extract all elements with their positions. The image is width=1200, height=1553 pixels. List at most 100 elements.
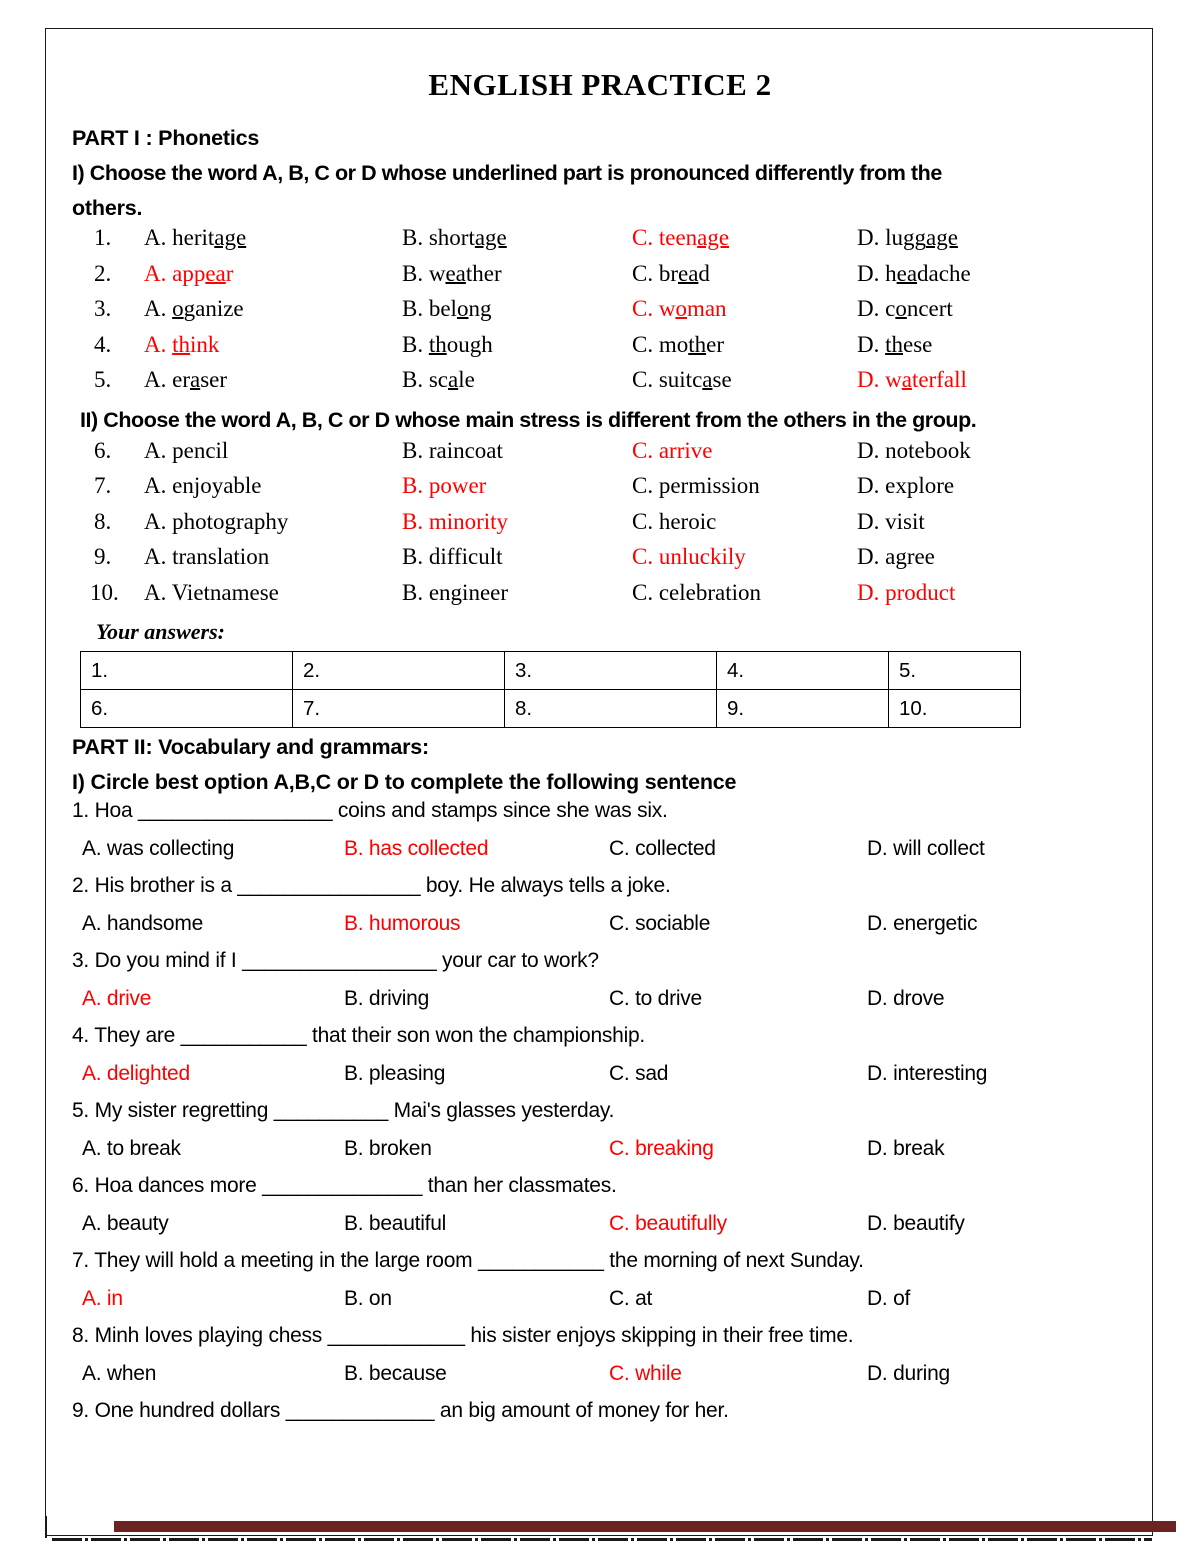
option-4[interactable]: D. these (857, 332, 932, 358)
option-2[interactable]: B. raincoat (402, 438, 503, 464)
option-row: A. in B. on C. at D. of (72, 1287, 1128, 1325)
option-2[interactable]: B. power (402, 473, 486, 499)
option-1[interactable]: A. pencil (144, 438, 228, 464)
answer-cell[interactable]: 6. (80, 689, 293, 729)
option-1[interactable]: A. eraser (144, 367, 227, 393)
answer-cell[interactable]: 1. (80, 651, 293, 691)
answer-cell[interactable]: 3. (504, 651, 717, 691)
option-1[interactable]: A. drive (82, 987, 151, 1011)
answer-cell[interactable]: 4. (716, 651, 889, 691)
option-4[interactable]: D. agree (857, 544, 935, 570)
option-4[interactable]: D. drove (867, 987, 945, 1011)
option-4[interactable]: D. waterfall (857, 367, 967, 393)
option-2[interactable]: B. on (344, 1287, 392, 1311)
option-1[interactable]: A. beauty (82, 1212, 169, 1236)
option-4[interactable]: D. interesting (867, 1062, 987, 1086)
answer-cell[interactable]: 2. (292, 651, 505, 691)
part-1-section-i-instruction-cont: others. (72, 195, 143, 220)
option-1[interactable]: A. enjoyable (144, 473, 262, 499)
phonetics-question-row: 4. A. think B. though C. mother D. these (72, 332, 1128, 368)
option-3[interactable]: C. celebration (632, 580, 761, 606)
option-3[interactable]: C. while (609, 1362, 682, 1386)
option-2[interactable]: B. because (344, 1362, 447, 1386)
option-2[interactable]: B. difficult (402, 544, 503, 570)
option-4[interactable]: D. of (867, 1287, 910, 1311)
option-3[interactable]: C. unluckily (632, 544, 746, 570)
option-2[interactable]: B. though (402, 332, 493, 358)
option-2[interactable]: B. scale (402, 367, 475, 393)
option-3[interactable]: C. suitcase (632, 367, 732, 393)
option-2[interactable]: B. beautiful (344, 1212, 446, 1236)
option-1[interactable]: A. heritage (144, 225, 246, 251)
option-2[interactable]: B. has collected (344, 837, 489, 861)
option-4[interactable]: D. concert (857, 296, 953, 322)
option-4[interactable]: D. break (867, 1137, 945, 1161)
table-row: 6. 7. 8. 9. 10. (80, 689, 1021, 729)
option-2[interactable]: B. broken (344, 1137, 432, 1161)
option-3[interactable]: C. sad (609, 1062, 668, 1086)
option-4[interactable]: D. product (857, 580, 955, 606)
option-2[interactable]: B. pleasing (344, 1062, 445, 1086)
option-2[interactable]: B. engineer (402, 580, 508, 606)
answer-cell[interactable]: 7. (292, 689, 505, 729)
option-3[interactable]: C. arrive (632, 438, 712, 464)
option-4[interactable]: D. luggage (857, 225, 958, 251)
option-1[interactable]: A. handsome (82, 912, 203, 936)
option-2[interactable]: B. weather (402, 261, 502, 287)
option-row: A. drive B. driving C. to drive D. drove (72, 987, 1128, 1025)
option-3[interactable]: C. at (609, 1287, 652, 1311)
option-4[interactable]: D. visit (857, 509, 925, 535)
bottom-left-tick (45, 1516, 47, 1538)
option-3[interactable]: C. collected (609, 837, 716, 861)
bottom-dashed-rule (52, 1538, 1152, 1541)
page-content: ENGLISH PRACTICE 2 PART I : Phonetics I)… (46, 29, 1154, 1537)
option-row: A. to break B. broken C. breaking D. break (72, 1137, 1128, 1175)
question-number: 8. (94, 508, 112, 534)
option-4[interactable]: D. will collect (867, 837, 985, 861)
option-2[interactable]: B. belong (402, 296, 491, 322)
option-1[interactable]: A. translation (144, 544, 269, 570)
option-1[interactable]: A. delighted (82, 1062, 190, 1086)
option-3[interactable]: C. bread (632, 261, 710, 287)
option-3[interactable]: C. teenage (632, 225, 729, 251)
answer-cell[interactable]: 9. (716, 689, 889, 729)
option-2[interactable]: B. shortage (402, 225, 507, 251)
option-3[interactable]: C. woman (632, 296, 727, 322)
underlined-part: a (702, 367, 713, 393)
option-4[interactable]: D. energetic (867, 912, 977, 936)
option-3[interactable]: C. heroic (632, 509, 716, 535)
phonetics-question-row: 2. A. appear B. weather C. bread D. headache (72, 261, 1128, 297)
option-1[interactable]: A. think (144, 332, 219, 358)
option-row: A. when B. because C. while D. during (72, 1362, 1128, 1400)
answer-cell[interactable]: 8. (504, 689, 717, 729)
option-1[interactable]: A. when (82, 1362, 156, 1386)
option-3[interactable]: C. to drive (609, 987, 702, 1011)
option-4[interactable]: D. notebook (857, 438, 971, 464)
answer-cell[interactable]: 5. (888, 651, 1021, 691)
option-1[interactable]: A. photography (144, 509, 288, 535)
option-1[interactable]: A. in (82, 1287, 123, 1311)
answer-cell[interactable]: 10. (888, 689, 1021, 729)
option-4[interactable]: D. during (867, 1362, 950, 1386)
option-1[interactable]: A. to break (82, 1137, 181, 1161)
option-4[interactable]: D. explore (857, 473, 954, 499)
option-2[interactable]: B. driving (344, 987, 429, 1011)
option-3[interactable]: C. breaking (609, 1137, 714, 1161)
option-3[interactable]: C. mother (632, 332, 724, 358)
question-number: 3. (94, 296, 112, 322)
option-3[interactable]: C. beautifully (609, 1212, 727, 1236)
option-3[interactable]: C. permission (632, 473, 760, 499)
option-1[interactable]: A. Vietnamese (144, 580, 279, 606)
option-4[interactable]: D. beautify (867, 1212, 965, 1236)
option-4[interactable]: D. headache (857, 261, 971, 287)
question-number: 5. (94, 367, 112, 393)
option-1[interactable]: A. was collecting (82, 837, 234, 861)
option-1[interactable]: A. oganize (144, 296, 244, 322)
option-3[interactable]: C. sociable (609, 912, 710, 936)
option-2[interactable]: B. humorous (344, 912, 461, 936)
option-1[interactable]: A. appear (144, 261, 233, 287)
question-number: 9. (94, 544, 112, 570)
option-2[interactable]: B. minority (402, 509, 508, 535)
underlined-part: a (189, 367, 201, 393)
phonetics-question-row: 3. A. oganize B. belong C. woman D. concert (72, 296, 1128, 332)
